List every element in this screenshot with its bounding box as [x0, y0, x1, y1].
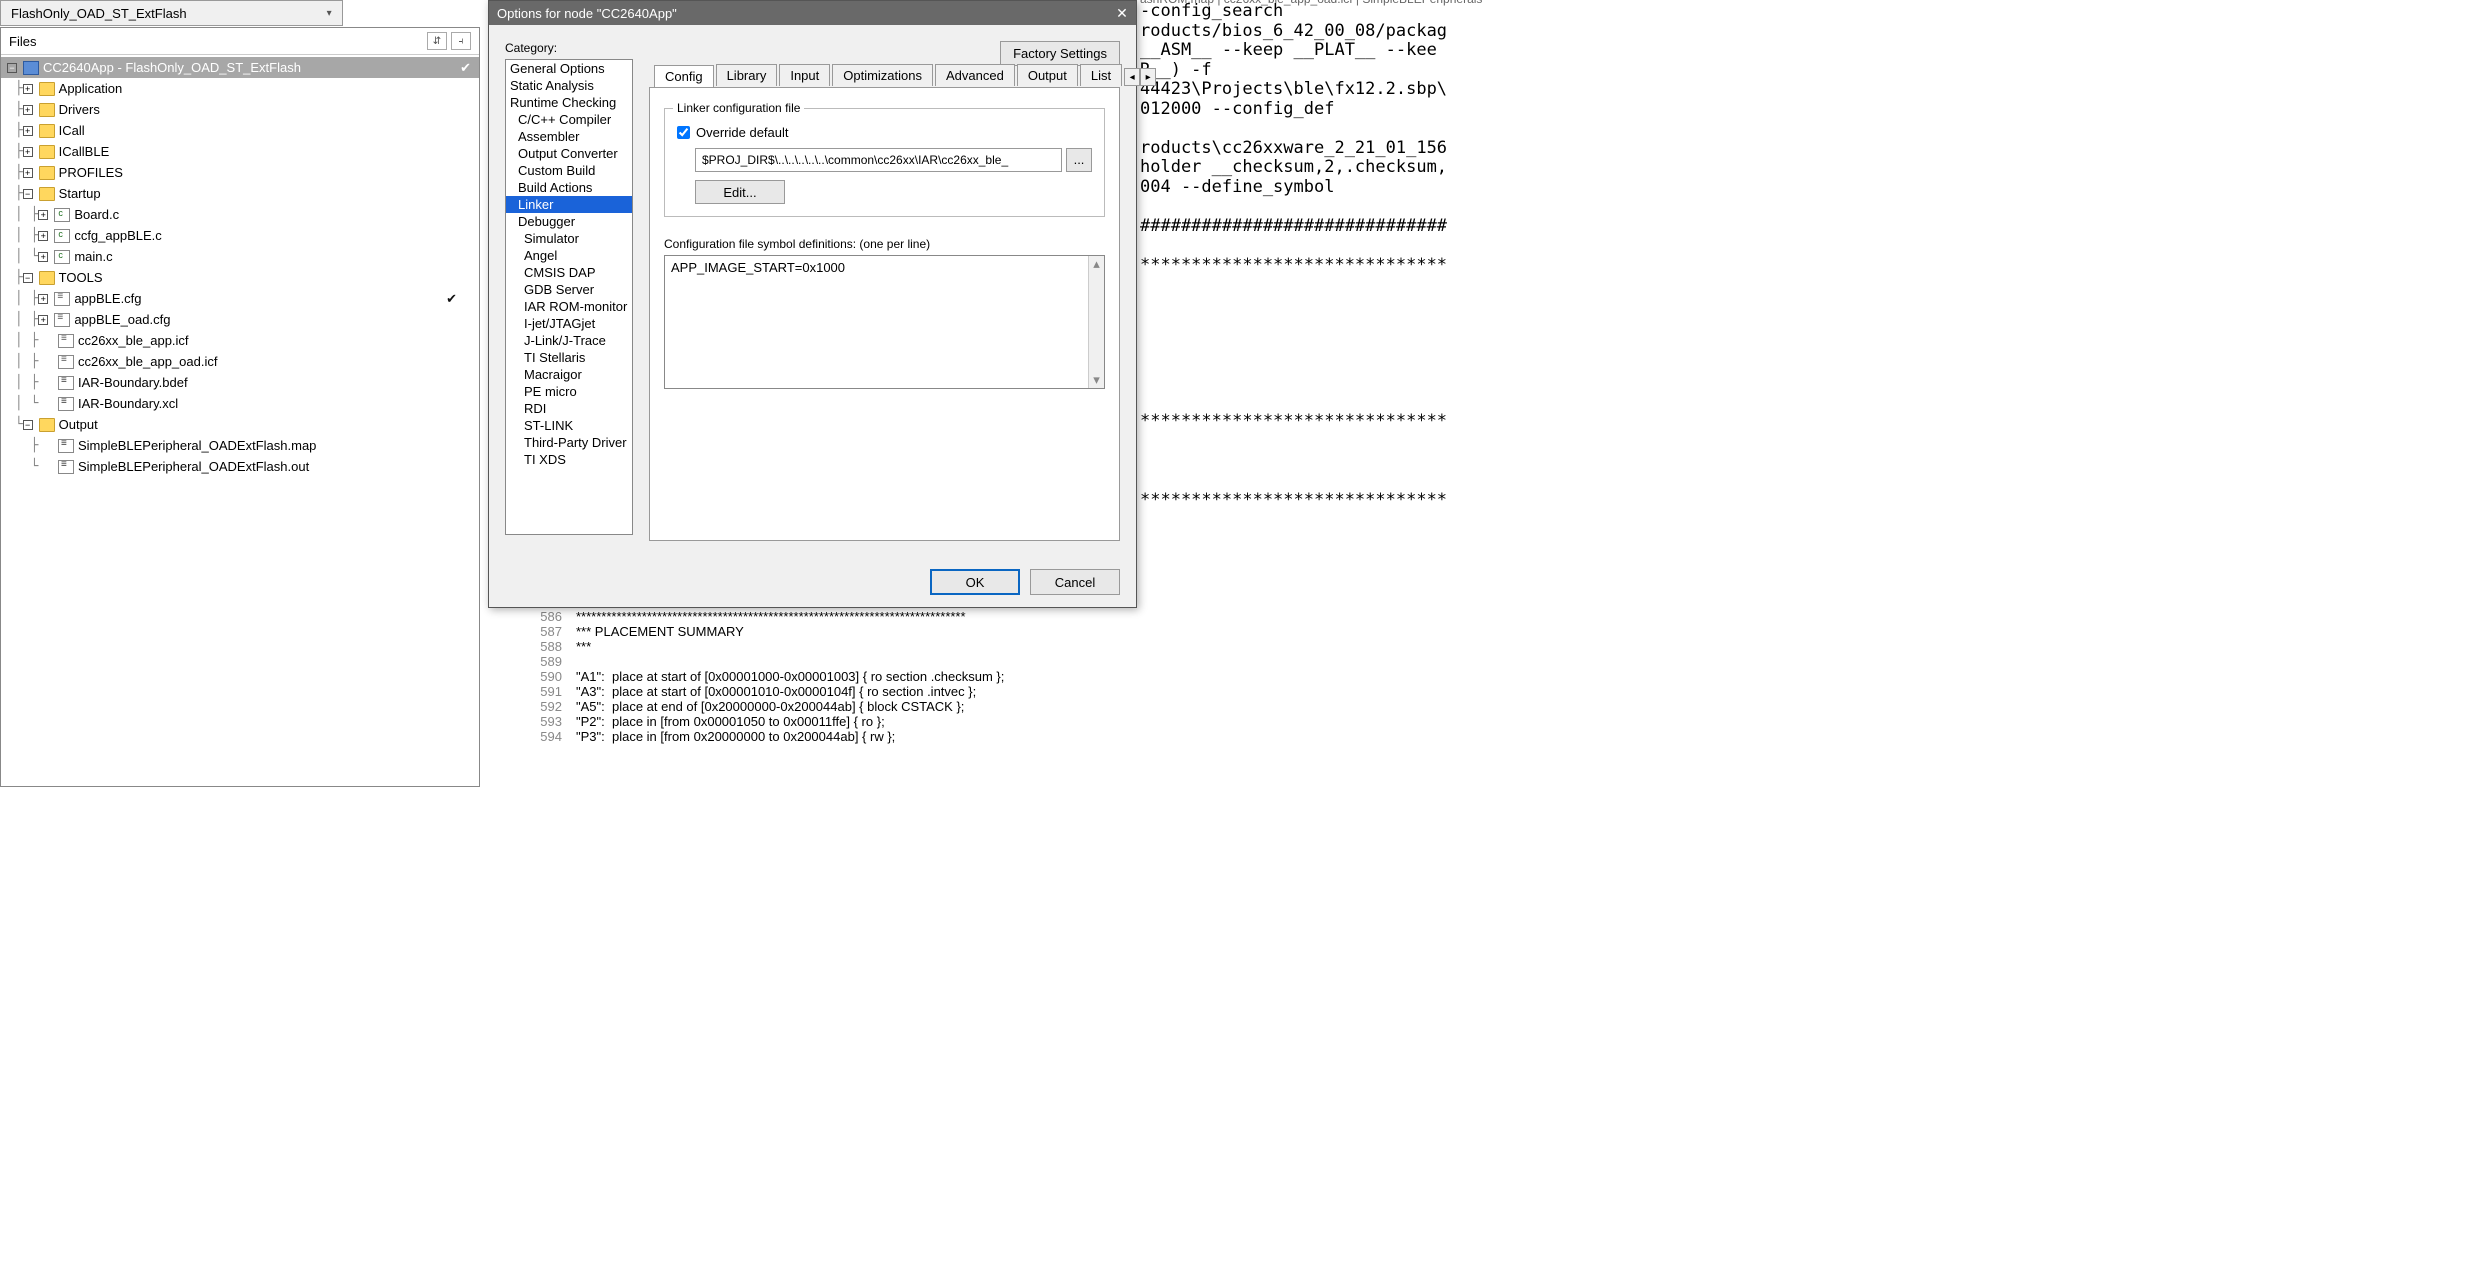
category-item-cmsis-dap[interactable]: CMSIS DAP: [506, 264, 632, 281]
category-item-assembler[interactable]: Assembler: [506, 128, 632, 145]
ok-button[interactable]: OK: [930, 569, 1020, 595]
tree-file-boardc[interactable]: │ ├+Board.c: [1, 204, 479, 225]
workspace-config-dropdown[interactable]: FlashOnly_OAD_ST_ExtFlash ▾: [0, 0, 343, 26]
cancel-button[interactable]: Cancel: [1030, 569, 1120, 595]
tree-file-map[interactable]: ├ SimpleBLEPeripheral_OADExtFlash.map: [1, 435, 479, 456]
category-item-output-converter[interactable]: Output Converter: [506, 145, 632, 162]
category-list[interactable]: General OptionsStatic AnalysisRuntime Ch…: [505, 59, 633, 535]
edit-button[interactable]: Edit...: [695, 180, 785, 204]
tree-folder-icall[interactable]: ├+ICall: [1, 120, 479, 141]
category-item-general-options[interactable]: General Options: [506, 60, 632, 77]
close-icon[interactable]: ✕: [1108, 1, 1136, 25]
category-item-third-party-driver[interactable]: Third-Party Driver: [506, 434, 632, 451]
config-file-path-input[interactable]: [695, 148, 1062, 172]
category-item-rdi[interactable]: RDI: [506, 400, 632, 417]
project-tree[interactable]: −CC2640App - FlashOnly_OAD_ST_ExtFlash✔ …: [1, 55, 479, 479]
category-item-ti-xds[interactable]: TI XDS: [506, 451, 632, 468]
linker-tab-panel: ConfigLibraryInputOptimizationsAdvancedO…: [649, 87, 1120, 541]
tree-file-appble[interactable]: │ ├+appBLE.cfg✔: [1, 288, 479, 309]
tab-optimizations[interactable]: Optimizations: [832, 64, 933, 86]
tab-scroll-left-icon[interactable]: ◂: [1124, 68, 1140, 86]
dialog-titlebar[interactable]: Options for node "CC2640App" ✕: [489, 1, 1136, 25]
tree-root[interactable]: −CC2640App - FlashOnly_OAD_ST_ExtFlash✔: [1, 57, 479, 78]
panel-icon-2[interactable]: ⫞: [451, 32, 471, 50]
category-item-i-jet-jtagjet[interactable]: I-jet/JTAGjet: [506, 315, 632, 332]
scrollbar[interactable]: ▴▾: [1088, 256, 1104, 388]
category-item-custom-build[interactable]: Custom Build: [506, 162, 632, 179]
symbol-definitions-textarea[interactable]: APP_IMAGE_START=0x1000 ▴▾: [664, 255, 1105, 389]
background-build-output-bottom: 586*************************************…: [502, 610, 1004, 744]
group-legend: Linker configuration file: [673, 101, 804, 115]
category-item-pe-micro[interactable]: PE micro: [506, 383, 632, 400]
category-item-st-link[interactable]: ST-LINK: [506, 417, 632, 434]
category-item-macraigor[interactable]: Macraigor: [506, 366, 632, 383]
dialog-title-text: Options for node "CC2640App": [497, 6, 677, 21]
options-dialog: Options for node "CC2640App" ✕ Category:…: [488, 0, 1137, 608]
linker-config-group: Linker configuration file Override defau…: [664, 108, 1105, 217]
tree-folder-tools[interactable]: ├−TOOLS: [1, 267, 479, 288]
tree-file-appbleoad[interactable]: │ ├+appBLE_oad.cfg: [1, 309, 479, 330]
tree-file-icf2[interactable]: │ ├ cc26xx_ble_app_oad.icf: [1, 351, 479, 372]
category-item-angel[interactable]: Angel: [506, 247, 632, 264]
browse-button[interactable]: ...: [1066, 148, 1092, 172]
symbol-definitions-label: Configuration file symbol definitions: (…: [664, 237, 1105, 251]
tab-input[interactable]: Input: [779, 64, 830, 86]
override-default-label: Override default: [696, 125, 789, 140]
tree-folder-startup[interactable]: ├−Startup: [1, 183, 479, 204]
tree-folder-icallble[interactable]: ├+ICallBLE: [1, 141, 479, 162]
panel-icon-1[interactable]: ⇵: [427, 32, 447, 50]
tree-file-icf1[interactable]: │ ├ cc26xx_ble_app.icf: [1, 330, 479, 351]
tab-list[interactable]: List: [1080, 64, 1122, 86]
tree-folder-drivers[interactable]: ├+Drivers: [1, 99, 479, 120]
factory-settings-button[interactable]: Factory Settings: [1000, 41, 1120, 66]
category-item-static-analysis[interactable]: Static Analysis: [506, 77, 632, 94]
category-item-debugger[interactable]: Debugger: [506, 213, 632, 230]
tab-library[interactable]: Library: [716, 64, 778, 86]
category-item-build-actions[interactable]: Build Actions: [506, 179, 632, 196]
tree-file-bdef[interactable]: │ ├ IAR-Boundary.bdef: [1, 372, 479, 393]
category-item-runtime-checking[interactable]: Runtime Checking: [506, 94, 632, 111]
tree-file-ccfg[interactable]: │ ├+ccfg_appBLE.c: [1, 225, 479, 246]
category-item-simulator[interactable]: Simulator: [506, 230, 632, 247]
category-item-c-c-compiler[interactable]: C/C++ Compiler: [506, 111, 632, 128]
tree-folder-output[interactable]: └−Output: [1, 414, 479, 435]
background-build-output-top: -config_search roducts/bios_6_42_00_08/p…: [1140, 2, 1447, 510]
tree-file-xcl[interactable]: │ └ IAR-Boundary.xcl: [1, 393, 479, 414]
category-item-j-link-j-trace[interactable]: J-Link/J-Trace: [506, 332, 632, 349]
tab-advanced[interactable]: Advanced: [935, 64, 1015, 86]
category-item-linker[interactable]: Linker: [506, 196, 632, 213]
tab-config[interactable]: Config: [654, 65, 714, 87]
category-item-ti-stellaris[interactable]: TI Stellaris: [506, 349, 632, 366]
workspace-config-label: FlashOnly_OAD_ST_ExtFlash: [11, 6, 187, 21]
tab-output[interactable]: Output: [1017, 64, 1078, 86]
tree-folder-profiles[interactable]: ├+PROFILES: [1, 162, 479, 183]
chevron-down-icon: ▾: [327, 8, 332, 19]
override-default-checkbox[interactable]: [677, 126, 690, 139]
category-item-iar-rom-monitor[interactable]: IAR ROM-monitor: [506, 298, 632, 315]
files-panel: Files ⇵ ⫞ −CC2640App - FlashOnly_OAD_ST_…: [0, 27, 480, 787]
tree-file-mainc[interactable]: │ └+main.c: [1, 246, 479, 267]
tab-scroll-right-icon[interactable]: ▸: [1140, 68, 1156, 86]
category-item-gdb-server[interactable]: GDB Server: [506, 281, 632, 298]
tree-file-out[interactable]: └ SimpleBLEPeripheral_OADExtFlash.out: [1, 456, 479, 477]
tree-folder-application[interactable]: ├+Application: [1, 78, 479, 99]
files-header-label: Files: [9, 34, 423, 49]
